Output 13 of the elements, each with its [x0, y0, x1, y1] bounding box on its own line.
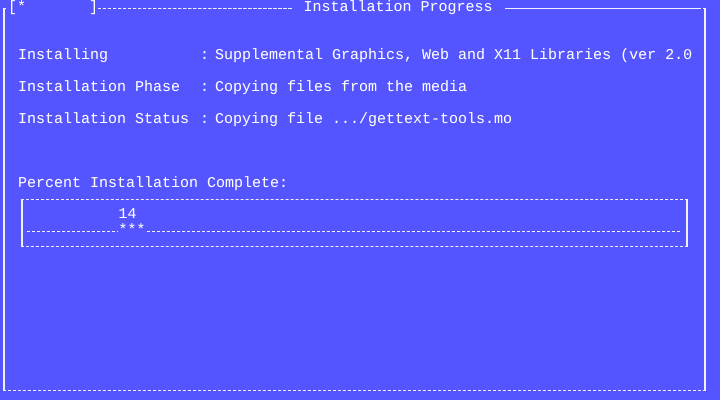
activity-spinner: [* ] — [8, 0, 98, 16]
field-separator: : — [200, 80, 210, 96]
field-separator: : — [200, 112, 210, 128]
window-title: Installation Progress — [292, 0, 505, 16]
field-value: Copying file .../gettext-tools.mo — [215, 112, 514, 128]
field-label: Installing — [18, 48, 110, 64]
field-separator: : — [200, 48, 210, 64]
field-label: Installation Status — [18, 112, 190, 128]
percent-value: 14 — [118, 207, 136, 223]
field-value: Copying files from the media — [215, 80, 468, 96]
field-label: Installation Phase — [18, 80, 182, 96]
field-value: Supplemental Graphics, Web and X11 Libraries (ver 2.0 — [215, 48, 694, 64]
progress-label: Percent Installation Complete: — [18, 176, 290, 192]
